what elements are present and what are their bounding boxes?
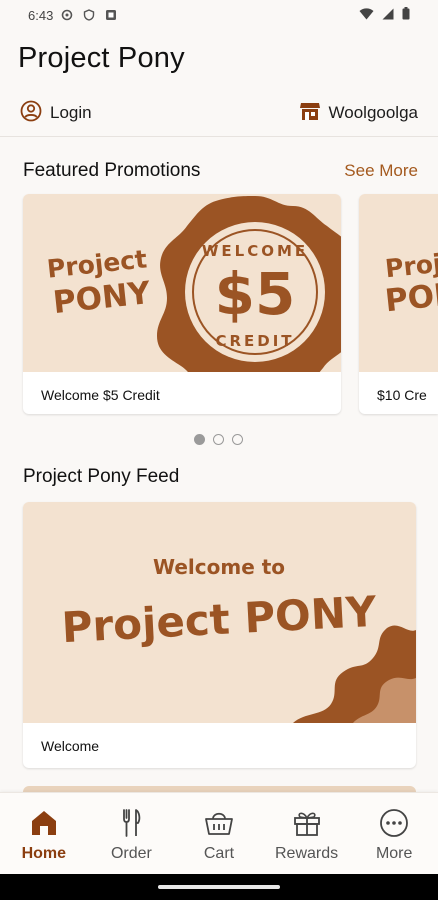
feed-banner: Welcome to Project PONY — [23, 502, 416, 723]
promo-badge-bottom: CREDIT — [215, 332, 294, 350]
bottom-nav: Home Order Cart Rewards More — [0, 792, 438, 874]
carousel-dot[interactable] — [232, 434, 243, 445]
carousel-dot[interactable] — [194, 434, 205, 445]
basket-icon — [201, 805, 237, 841]
card-icon — [105, 9, 117, 21]
home-gesture-handle[interactable] — [158, 885, 280, 889]
nav-rewards[interactable]: Rewards — [263, 793, 351, 874]
more-icon — [376, 805, 412, 841]
feed-caption: Welcome — [41, 738, 100, 754]
promo-caption: $10 Cre — [377, 387, 427, 403]
wifi-icon — [359, 7, 374, 23]
carousel-pager — [194, 434, 243, 445]
promo-logo-line2: PON — [383, 276, 438, 320]
feed-logo: Project PONY — [60, 587, 378, 652]
battery-icon — [402, 7, 410, 23]
see-more-link[interactable]: See More — [344, 161, 418, 181]
gesture-bar — [0, 874, 438, 900]
status-bar: 6:43 — [0, 0, 438, 30]
promo-logo-line2: PONY — [51, 275, 152, 321]
store-label: Woolgoolga — [328, 103, 418, 122]
nav-more[interactable]: More — [350, 793, 438, 874]
status-time: 6:43 — [28, 7, 54, 23]
nav-home[interactable]: Home — [0, 793, 88, 874]
nav-label: More — [375, 845, 413, 862]
nav-label: Home — [21, 845, 67, 862]
user-icon — [20, 100, 42, 127]
account-row: Login Woolgoolga — [0, 96, 438, 130]
settings-icon — [61, 9, 73, 21]
promo-card[interactable]: Project PONY WELCOME $5 CREDIT Welcome $… — [23, 194, 341, 414]
feed-headline: Welcome to — [153, 555, 285, 579]
nav-order[interactable]: Order — [88, 793, 176, 874]
feed-card[interactable]: Welcome to Project PONY Welcome — [23, 502, 416, 768]
feed-header: Project Pony Feed — [23, 466, 418, 488]
nav-label: Cart — [203, 845, 235, 862]
divider — [0, 136, 438, 137]
store-selector[interactable]: Woolgoolga — [299, 100, 418, 127]
feed-title: Project Pony Feed — [23, 466, 180, 487]
home-icon — [26, 805, 62, 841]
promo-badge-top: WELCOME — [202, 242, 308, 260]
promo-card[interactable]: Proj PON $10 Cre — [359, 194, 438, 414]
signal-icon — [382, 8, 394, 23]
promo-banner: Project PONY WELCOME $5 CREDIT — [23, 194, 341, 372]
login-button[interactable]: Login — [20, 100, 92, 127]
shield-icon — [83, 9, 95, 21]
nav-label: Rewards — [275, 845, 339, 862]
nav-cart[interactable]: Cart — [175, 793, 263, 874]
promotions-header: Featured Promotions See More — [23, 160, 418, 182]
promotions-title: Featured Promotions — [23, 160, 201, 181]
gift-icon — [289, 805, 325, 841]
nav-label: Order — [110, 845, 152, 862]
promo-badge-amount: $5 — [215, 260, 296, 328]
login-label: Login — [50, 103, 92, 122]
promo-banner: Proj PON — [359, 194, 438, 372]
promo-caption: Welcome $5 Credit — [41, 387, 160, 403]
store-icon — [299, 100, 321, 127]
page-title: Project Pony — [18, 42, 185, 74]
cutlery-icon — [113, 805, 149, 841]
carousel-dot[interactable] — [213, 434, 224, 445]
